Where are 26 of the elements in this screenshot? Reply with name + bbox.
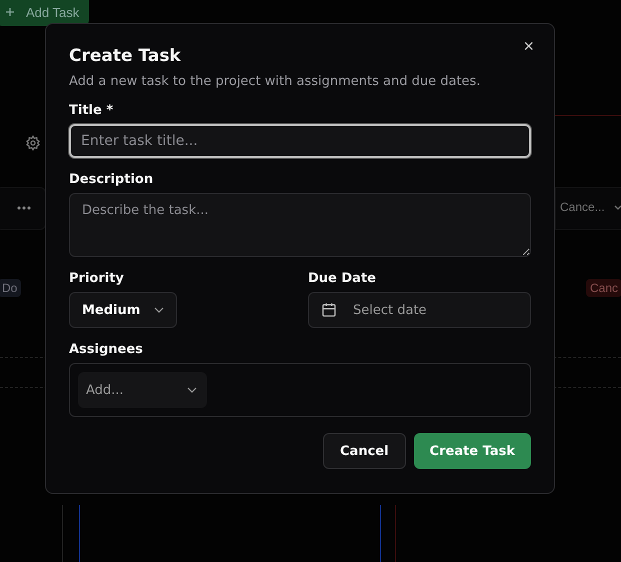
field-label: Due Date	[308, 271, 376, 286]
title-input[interactable]: Enter task title...	[69, 124, 531, 158]
chevron-icon	[614, 205, 621, 211]
create-task-button[interactable]: Create Task	[414, 433, 531, 469]
calendar-icon	[321, 302, 337, 318]
settings-icon[interactable]	[25, 135, 41, 151]
plus-icon	[6, 8, 14, 16]
more-icon[interactable]	[17, 206, 31, 210]
date-picker[interactable]: Select date	[308, 292, 531, 328]
field-label: Priority	[69, 271, 124, 286]
chevron-down-icon	[154, 307, 164, 313]
dialog-description: Add a new task to the project with assignments and due dates.	[69, 74, 482, 89]
priority-select[interactable]: Medium	[69, 292, 178, 328]
cancel-button[interactable]: Cancel	[323, 433, 406, 469]
field-label: Description	[69, 172, 154, 187]
chevron-down-icon	[187, 387, 197, 393]
assignee-select[interactable]: Add...	[78, 372, 207, 408]
dialog-title: Create Task	[69, 46, 182, 66]
status-badge: Canc	[586, 279, 621, 297]
close-button[interactable]: ×	[519, 36, 538, 57]
field-label: Title *	[69, 103, 114, 118]
status-badge: Do	[0, 279, 22, 297]
add-task-button[interactable]: Add Task	[0, 0, 90, 26]
field-label: Assignees	[69, 342, 144, 357]
description-textarea[interactable]: Describe the task...	[69, 193, 531, 257]
status-select[interactable]: Cance...	[560, 200, 605, 214]
